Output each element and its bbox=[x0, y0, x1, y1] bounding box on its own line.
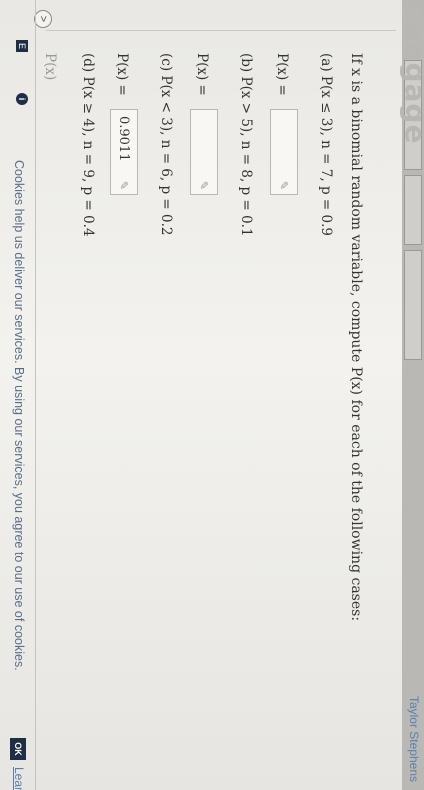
cookie-bar: Cookies help us deliver our services. By… bbox=[0, 160, 34, 790]
brand-logo: Cengage bbox=[399, 0, 424, 145]
part-b-answer-input[interactable]: ✎ bbox=[190, 109, 218, 195]
part-b: (b) P(x > 5), n = 8, p = 0.1 bbox=[238, 53, 254, 237]
part-c: (c) P(x < 3), n = 6, p = 0.2 bbox=[158, 53, 174, 235]
cookie-ok-button[interactable]: OK bbox=[10, 738, 26, 760]
part-a-label: (a) bbox=[318, 53, 334, 72]
question-panel: If x is a binomial random variable, comp… bbox=[42, 30, 396, 731]
part-c-text: P(x < 3), n = 6, p = 0.2 bbox=[158, 75, 174, 236]
pencil-icon: ✎ bbox=[197, 180, 209, 190]
rotated-page: Taylor Stephens Cengage > E i If x is a … bbox=[0, 0, 424, 790]
part-d-answer-label-truncated: P(x) bbox=[42, 53, 58, 81]
part-c-answer-value: 0.9011 bbox=[116, 116, 131, 162]
part-d-text: P(x ≥ 4), n = 9, p = 0.4 bbox=[80, 76, 96, 237]
part-b-answer-label: P(x) = bbox=[194, 53, 210, 96]
part-a-answer-input[interactable]: ✎ bbox=[270, 109, 298, 195]
part-a-answer-label: P(x) = bbox=[274, 53, 290, 96]
part-d-label: (d) bbox=[80, 53, 96, 73]
screen: Taylor Stephens Cengage > E i If x is a … bbox=[0, 0, 424, 790]
part-c-answer-input[interactable]: 0.9011 ✎ bbox=[110, 109, 138, 195]
learn-more-link[interactable]: Learn more bbox=[12, 767, 26, 790]
part-c-answer-label: P(x) = bbox=[114, 53, 130, 96]
pencil-icon: ✎ bbox=[277, 180, 289, 190]
pencil-icon: ✎ bbox=[117, 180, 129, 190]
collapse-arrow-icon[interactable]: > bbox=[34, 10, 52, 28]
divider bbox=[35, 0, 36, 790]
tab-2[interactable] bbox=[404, 175, 422, 245]
question-intro: If x is a binomial random variable, comp… bbox=[348, 53, 364, 622]
question-type-icon: E bbox=[16, 40, 28, 52]
info-icon[interactable]: i bbox=[16, 93, 28, 105]
cookie-text: Cookies help us deliver our services. By… bbox=[12, 160, 26, 671]
part-b-text: P(x > 5), n = 8, p = 0.1 bbox=[238, 76, 254, 237]
part-b-label: (b) bbox=[238, 53, 254, 73]
part-a-text: P(x ≤ 3), n = 7, p = 0.9 bbox=[318, 75, 334, 236]
part-d: (d) P(x ≥ 4), n = 9, p = 0.4 bbox=[80, 53, 96, 237]
part-c-label: (c) bbox=[158, 53, 174, 72]
user-name[interactable]: Taylor Stephens bbox=[407, 696, 421, 782]
tab-3[interactable] bbox=[404, 250, 422, 360]
part-a: (a) P(x ≤ 3), n = 7, p = 0.9 bbox=[318, 53, 334, 236]
